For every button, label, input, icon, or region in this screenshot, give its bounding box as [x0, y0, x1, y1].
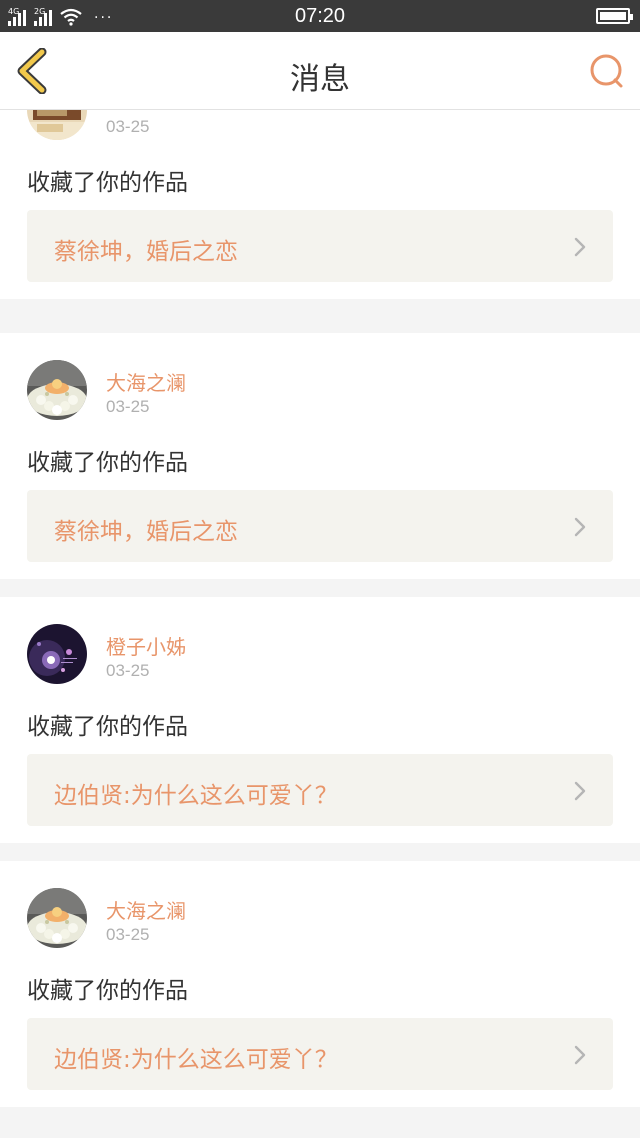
battery-icon — [596, 8, 633, 24]
status-time: 07:20 — [294, 5, 346, 27]
search-icon[interactable] — [588, 52, 626, 90]
sparkle-avatar-image — [27, 624, 87, 684]
message-action-text: 收藏了你的作品 — [27, 170, 188, 196]
avatar[interactable] — [27, 888, 87, 948]
message-card: 大海之澜 03-25 收藏了你的作品 边伯贤:为什么这么可爱丫？ — [0, 861, 640, 1107]
message-action-text: 收藏了你的作品 — [27, 978, 188, 1004]
page-title: 消息 — [290, 62, 350, 97]
message-card: 大海之澜 03-25 收藏了你的作品 蔡徐坤，婚后之恋 — [0, 333, 640, 579]
work-link[interactable]: 边伯贤:为什么这么可爱丫？ — [27, 754, 613, 826]
work-link[interactable]: 边伯贤:为什么这么可爱丫？ — [27, 1018, 613, 1090]
work-title: 边伯贤:为什么这么可爱丫？ — [54, 1047, 338, 1073]
work-title: 蔡徐坤，婚后之恋 — [54, 519, 238, 545]
work-link[interactable]: 蔡徐坤，婚后之恋 — [27, 490, 613, 562]
avatar[interactable] — [27, 360, 87, 420]
chevron-right-icon — [574, 781, 586, 801]
chevron-right-icon — [574, 1045, 586, 1065]
avatar[interactable] — [27, 624, 87, 684]
work-title: 边伯贤:为什么这么可爱丫？ — [54, 783, 338, 809]
flower-avatar-image — [27, 360, 87, 420]
flower-avatar-image — [27, 888, 87, 948]
chevron-right-icon — [574, 517, 586, 537]
message-date: 03-25 — [106, 117, 150, 136]
status-bar: 4G 2G ··· 07:20 — [0, 0, 640, 32]
work-title: 蔡徐坤，婚后之恋 — [54, 239, 238, 265]
chevron-right-icon — [574, 237, 586, 257]
username[interactable]: 橙子小姊 — [106, 631, 186, 660]
username[interactable]: 大海之澜 — [106, 895, 186, 924]
nav-bar: 消息 — [0, 32, 640, 110]
message-action-text: 收藏了你的作品 — [27, 450, 188, 476]
message-date: 03-25 — [106, 661, 150, 680]
work-link[interactable]: 蔡徐坤，婚后之恋 — [27, 210, 613, 282]
message-action-text: 收藏了你的作品 — [27, 714, 188, 740]
message-card: 橙子小姊 03-25 收藏了你的作品 边伯贤:为什么这么可爱丫？ — [0, 597, 640, 843]
message-date: 03-25 — [106, 925, 150, 944]
username[interactable]: 大海之澜 — [106, 367, 186, 396]
message-date: 03-25 — [106, 397, 150, 416]
